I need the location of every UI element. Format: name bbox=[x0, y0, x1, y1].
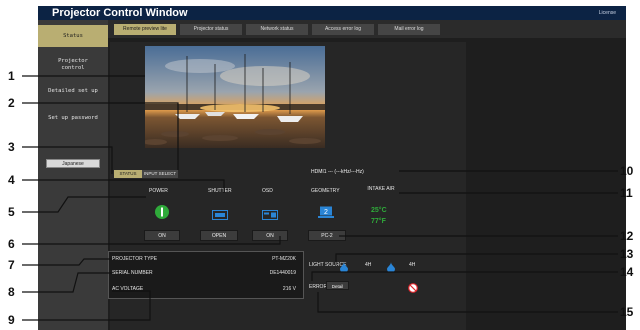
callout-11: 11 bbox=[620, 186, 633, 200]
callout-13: 13 bbox=[620, 247, 634, 261]
callout-10: 10 bbox=[620, 164, 634, 178]
callout-2: 2 bbox=[8, 96, 15, 110]
callout-12: 12 bbox=[620, 229, 634, 243]
callout-8: 8 bbox=[8, 285, 15, 299]
callout-3: 3 bbox=[8, 140, 15, 154]
callout-9: 9 bbox=[8, 313, 15, 327]
callout-4: 4 bbox=[8, 173, 15, 187]
callout-1: 1 bbox=[8, 69, 15, 83]
callout-5: 5 bbox=[8, 205, 15, 219]
callout-6: 6 bbox=[8, 237, 15, 251]
callout-7: 7 bbox=[8, 258, 15, 272]
callout-14: 14 bbox=[620, 265, 634, 279]
callout-lines bbox=[22, 75, 618, 321]
callout-15: 15 bbox=[620, 305, 634, 319]
